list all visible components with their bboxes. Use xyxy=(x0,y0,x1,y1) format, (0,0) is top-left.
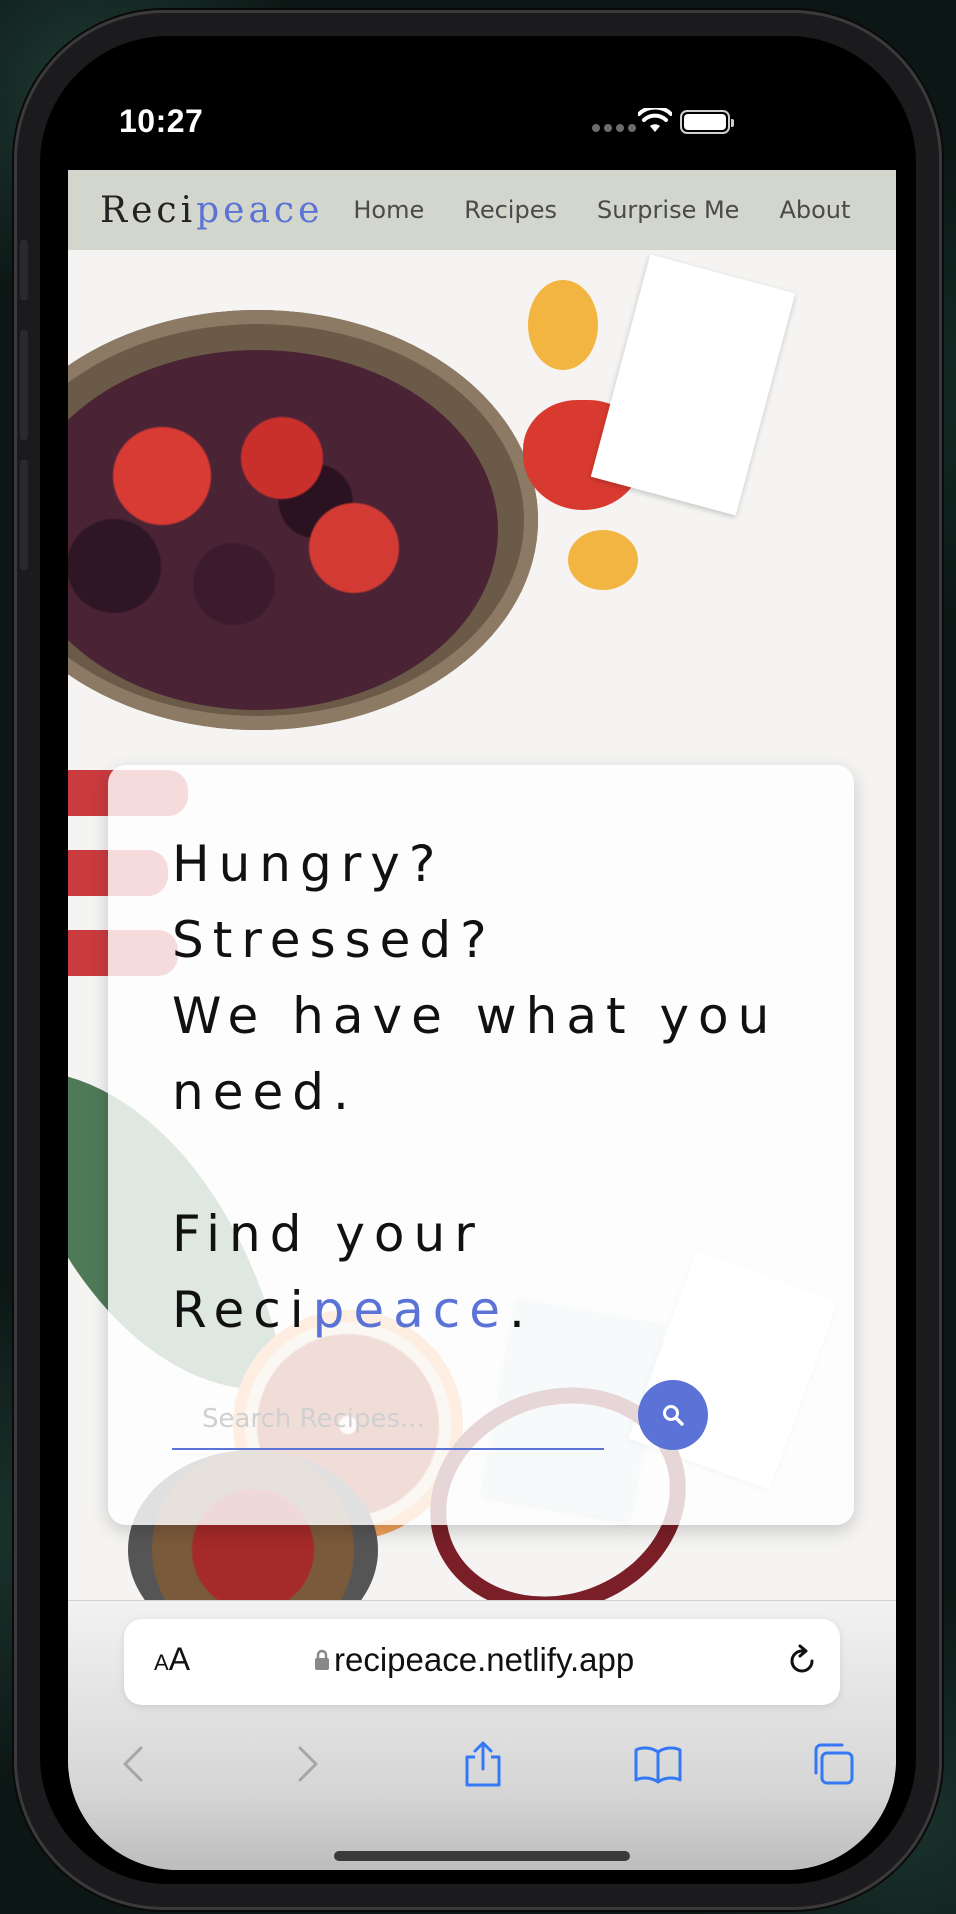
logo-text-reci: Reci xyxy=(100,189,197,231)
address-bar[interactable]: AA recipeace.netlify.app xyxy=(124,1619,840,1705)
share-button[interactable] xyxy=(458,1739,508,1789)
book-icon xyxy=(634,1746,682,1784)
back-button[interactable] xyxy=(108,1739,158,1789)
text-size-button[interactable]: AA xyxy=(154,1641,190,1678)
hero-line-recipeace: Recipeace. xyxy=(172,1281,534,1339)
mute-switch xyxy=(20,240,28,300)
hero-text-reci: Reci xyxy=(172,1281,313,1339)
status-bar: 10:27 xyxy=(40,36,916,139)
recipe-card-photo xyxy=(590,254,796,516)
nav-link-home[interactable]: Home xyxy=(353,196,444,224)
status-time: 10:27 xyxy=(119,103,204,139)
nav-link-about[interactable]: About xyxy=(759,196,870,224)
wifi-icon xyxy=(638,108,672,132)
hero-card: Hungry? Stressed? We have what you need.… xyxy=(108,765,854,1525)
volume-up-button xyxy=(20,330,28,440)
navbar: Recipeace Home Recipes Surprise Me About xyxy=(68,170,896,250)
web-view: Recipeace Home Recipes Surprise Me About xyxy=(68,170,896,1870)
search-icon xyxy=(663,1405,684,1426)
tabs-button[interactable] xyxy=(808,1739,858,1789)
cellular-signal-icon xyxy=(592,124,636,132)
volume-down-button xyxy=(20,460,28,570)
site-logo[interactable]: Recipeace xyxy=(100,190,323,231)
hero-line-hungry: Hungry? xyxy=(172,835,445,893)
lock-icon xyxy=(315,1649,329,1670)
hero-text-period: . xyxy=(509,1281,534,1339)
hero-line-we-have: We have what you xyxy=(172,987,779,1045)
tabs-icon xyxy=(814,1743,854,1785)
hero-line-stressed: Stressed? xyxy=(172,911,496,969)
search-input[interactable] xyxy=(172,1390,604,1450)
hero-line-find-your: Find your xyxy=(172,1205,484,1263)
nav-link-recipes[interactable]: Recipes xyxy=(444,196,577,224)
hero-line-need: need. xyxy=(172,1063,358,1121)
bookmarks-button[interactable] xyxy=(633,1739,683,1789)
reload-icon[interactable] xyxy=(784,1643,820,1679)
phone-frame: 10:27 Recipeace Home Recipes Surprise Me… xyxy=(14,10,942,1910)
nav-links: Home Recipes Surprise Me About xyxy=(353,196,870,224)
safari-bottom-bar: AA recipeace.netlify.app xyxy=(68,1600,896,1870)
nav-link-surprise-me[interactable]: Surprise Me xyxy=(577,196,759,224)
kumquat xyxy=(568,530,638,590)
chevron-right-icon xyxy=(298,1746,318,1782)
battery-icon xyxy=(680,110,734,134)
hero-background-photo: Hungry? Stressed? We have what you need.… xyxy=(68,250,896,1600)
forward-button[interactable] xyxy=(283,1739,333,1789)
chevron-left-icon xyxy=(123,1746,143,1782)
kumquat xyxy=(528,280,598,370)
hero-text-peace: peace xyxy=(312,1281,510,1339)
home-indicator xyxy=(334,1851,630,1861)
url-text: recipeace.netlify.app xyxy=(334,1641,635,1678)
phone-screen: 10:27 Recipeace Home Recipes Surprise Me… xyxy=(40,36,916,1884)
search-button[interactable] xyxy=(638,1380,708,1450)
browser-toolbar xyxy=(68,1721,896,1811)
logo-text-peace: peace xyxy=(196,189,324,231)
share-icon xyxy=(465,1741,501,1787)
